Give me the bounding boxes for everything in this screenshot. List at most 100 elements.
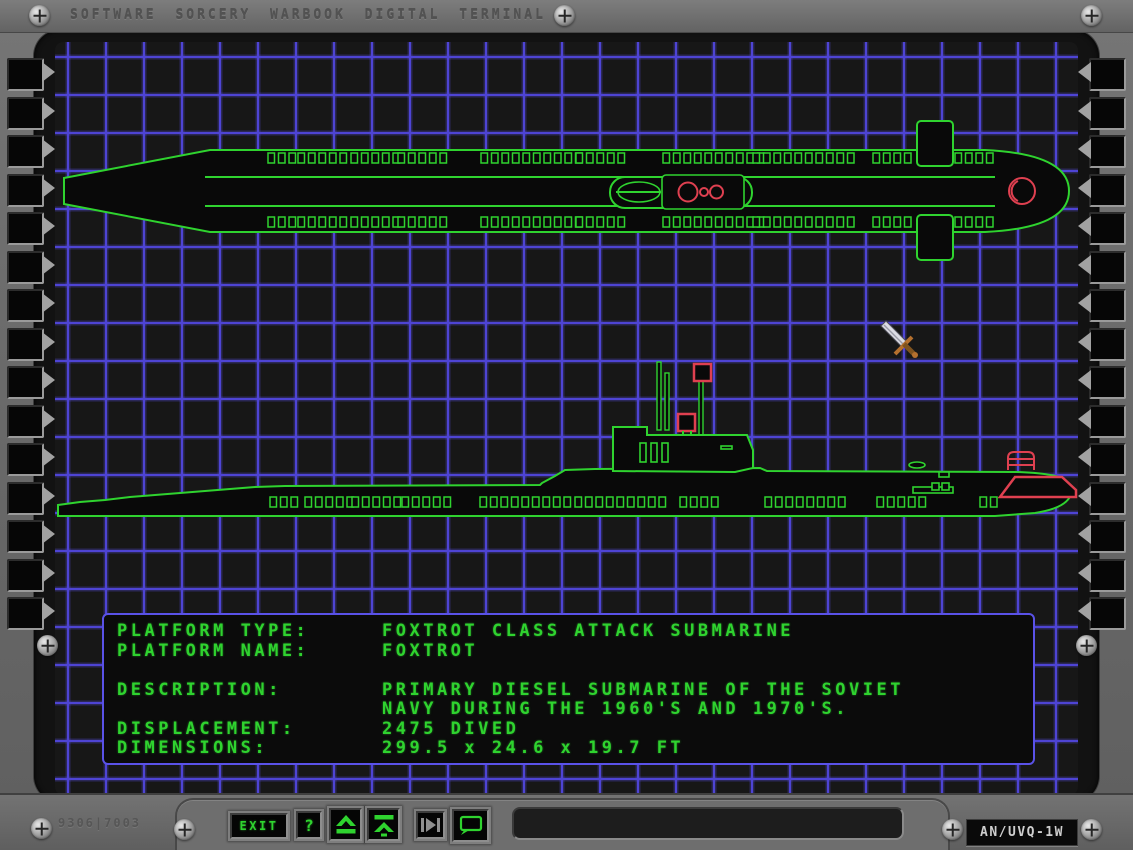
platform-type-row: PLATFORM TYPE: FOXTROT CLASS ATTACK SUBM…	[117, 622, 1033, 642]
edge-arrow-icon	[42, 101, 55, 121]
edge-arrow-icon	[42, 216, 55, 236]
edge-button[interactable]	[7, 443, 44, 476]
edge-button[interactable]	[1089, 559, 1126, 592]
edge-button[interactable]	[7, 520, 44, 553]
edge-button[interactable]	[7, 212, 44, 245]
dimensions-row: DIMENSIONS: 299.5 x 24.6 x 19.7 FT	[117, 739, 1033, 759]
screw-icon	[1081, 819, 1102, 840]
platform-name-label: PLATFORM NAME:	[117, 642, 382, 662]
screw-icon	[174, 819, 195, 840]
screw-icon	[554, 5, 575, 26]
edge-arrow-icon	[42, 62, 55, 82]
dimensions-value: 299.5 x 24.6 x 19.7 FT	[382, 739, 684, 759]
edge-arrow-icon	[42, 255, 55, 275]
edge-button[interactable]	[7, 405, 44, 438]
edge-arrow-icon	[42, 332, 55, 352]
submarine-side-view	[58, 362, 1076, 516]
exit-button[interactable]: EXIT	[230, 813, 288, 839]
page-title: SOFTWARE SORCERY WARBOOK DIGITAL TERMINA…	[70, 8, 546, 23]
description-row: DESCRIPTION: PRIMARY DIESEL SUBMARINE OF…	[117, 681, 1033, 701]
screw-icon	[1076, 635, 1097, 656]
serial-number: 9306|7003	[58, 816, 141, 830]
edge-arrow-icon	[1078, 178, 1091, 198]
edge-arrow-icon	[1078, 216, 1091, 236]
edge-button[interactable]	[1089, 58, 1126, 91]
skip-next-button[interactable]	[416, 811, 445, 839]
edge-button[interactable]	[7, 135, 44, 168]
edge-button[interactable]	[1089, 482, 1126, 515]
help-button[interactable]: ?	[296, 811, 322, 839]
edge-arrow-icon	[42, 370, 55, 390]
edge-arrow-icon	[1078, 293, 1091, 313]
platform-type-value: FOXTROT CLASS ATTACK SUBMARINE	[382, 622, 794, 642]
displacement-label: DISPLACEMENT:	[117, 720, 382, 740]
edge-arrow-icon	[42, 139, 55, 159]
edge-button[interactable]	[7, 58, 44, 91]
edge-button[interactable]	[7, 174, 44, 207]
edge-button[interactable]	[1089, 520, 1126, 553]
platform-type-label: PLATFORM TYPE:	[117, 622, 382, 642]
edge-button[interactable]	[1089, 135, 1126, 168]
edge-arrow-icon	[42, 178, 55, 198]
description-value-line1: PRIMARY DIESEL SUBMARINE OF THE SOVIET	[382, 681, 904, 701]
description-row-2: NAVY DURING THE 1960'S AND 1970'S.	[117, 700, 1033, 720]
edge-button[interactable]	[1089, 443, 1126, 476]
displacement-value: 2475 DIVED	[382, 720, 519, 740]
edge-button[interactable]	[1089, 328, 1126, 361]
edge-arrow-icon	[1078, 332, 1091, 352]
command-strip	[512, 807, 904, 840]
speech-bubble-icon	[458, 813, 484, 839]
skip-next-icon	[419, 813, 443, 837]
edge-button[interactable]	[7, 597, 44, 630]
screw-icon	[1081, 5, 1102, 26]
edge-button[interactable]	[1089, 597, 1126, 630]
platform-name-row: PLATFORM NAME: FOXTROT	[117, 642, 1033, 662]
edge-arrow-icon	[42, 601, 55, 621]
edge-button[interactable]	[1089, 97, 1126, 130]
platform-name-value: FOXTROT	[382, 642, 478, 662]
edge-button[interactable]	[7, 366, 44, 399]
edge-button[interactable]	[7, 97, 44, 130]
info-panel: PLATFORM TYPE: FOXTROT CLASS ATTACK SUBM…	[102, 613, 1035, 765]
edge-button[interactable]	[1089, 174, 1126, 207]
submarine-top-view	[64, 121, 1069, 260]
edge-arrow-icon	[42, 563, 55, 583]
edge-button[interactable]	[7, 328, 44, 361]
edge-arrow-icon	[42, 293, 55, 313]
edge-button[interactable]	[7, 289, 44, 322]
edge-arrow-icon	[42, 486, 55, 506]
screw-icon	[31, 818, 52, 839]
edge-button[interactable]	[1089, 251, 1126, 284]
displacement-row: DISPLACEMENT: 2475 DIVED	[117, 720, 1033, 740]
description-value-line2: NAVY DURING THE 1960'S AND 1970'S.	[382, 700, 849, 720]
screw-icon	[942, 819, 963, 840]
edge-arrow-icon	[1078, 255, 1091, 275]
edge-button[interactable]	[7, 482, 44, 515]
message-button[interactable]	[452, 809, 489, 842]
device-model-label: AN/UVQ-1W	[966, 819, 1078, 846]
edge-arrow-icon	[1078, 101, 1091, 121]
edge-arrow-icon	[1078, 486, 1091, 506]
nav-up-button[interactable]	[329, 808, 362, 841]
edge-button[interactable]	[1089, 405, 1126, 438]
blueprint-screen: PLATFORM TYPE: FOXTROT CLASS ATTACK SUBM…	[55, 42, 1078, 795]
description-label: DESCRIPTION:	[117, 681, 382, 701]
dimensions-label: DIMENSIONS:	[117, 739, 382, 759]
edge-arrow-icon	[1078, 563, 1091, 583]
nav-top-button[interactable]	[367, 808, 400, 841]
edge-arrow-icon	[1078, 524, 1091, 544]
screw-icon	[29, 5, 50, 26]
edge-arrow-icon	[1078, 601, 1091, 621]
edge-button[interactable]	[7, 251, 44, 284]
edge-arrow-icon	[1078, 447, 1091, 467]
edge-arrow-icon	[42, 409, 55, 429]
edge-arrow-icon	[1078, 139, 1091, 159]
screw-icon	[37, 635, 58, 656]
edge-button[interactable]	[1089, 289, 1126, 322]
chevron-top-icon	[372, 813, 396, 837]
edge-button[interactable]	[7, 559, 44, 592]
edge-button[interactable]	[1089, 366, 1126, 399]
edge-arrow-icon	[42, 447, 55, 467]
edge-arrow-icon	[42, 524, 55, 544]
edge-button[interactable]	[1089, 212, 1126, 245]
